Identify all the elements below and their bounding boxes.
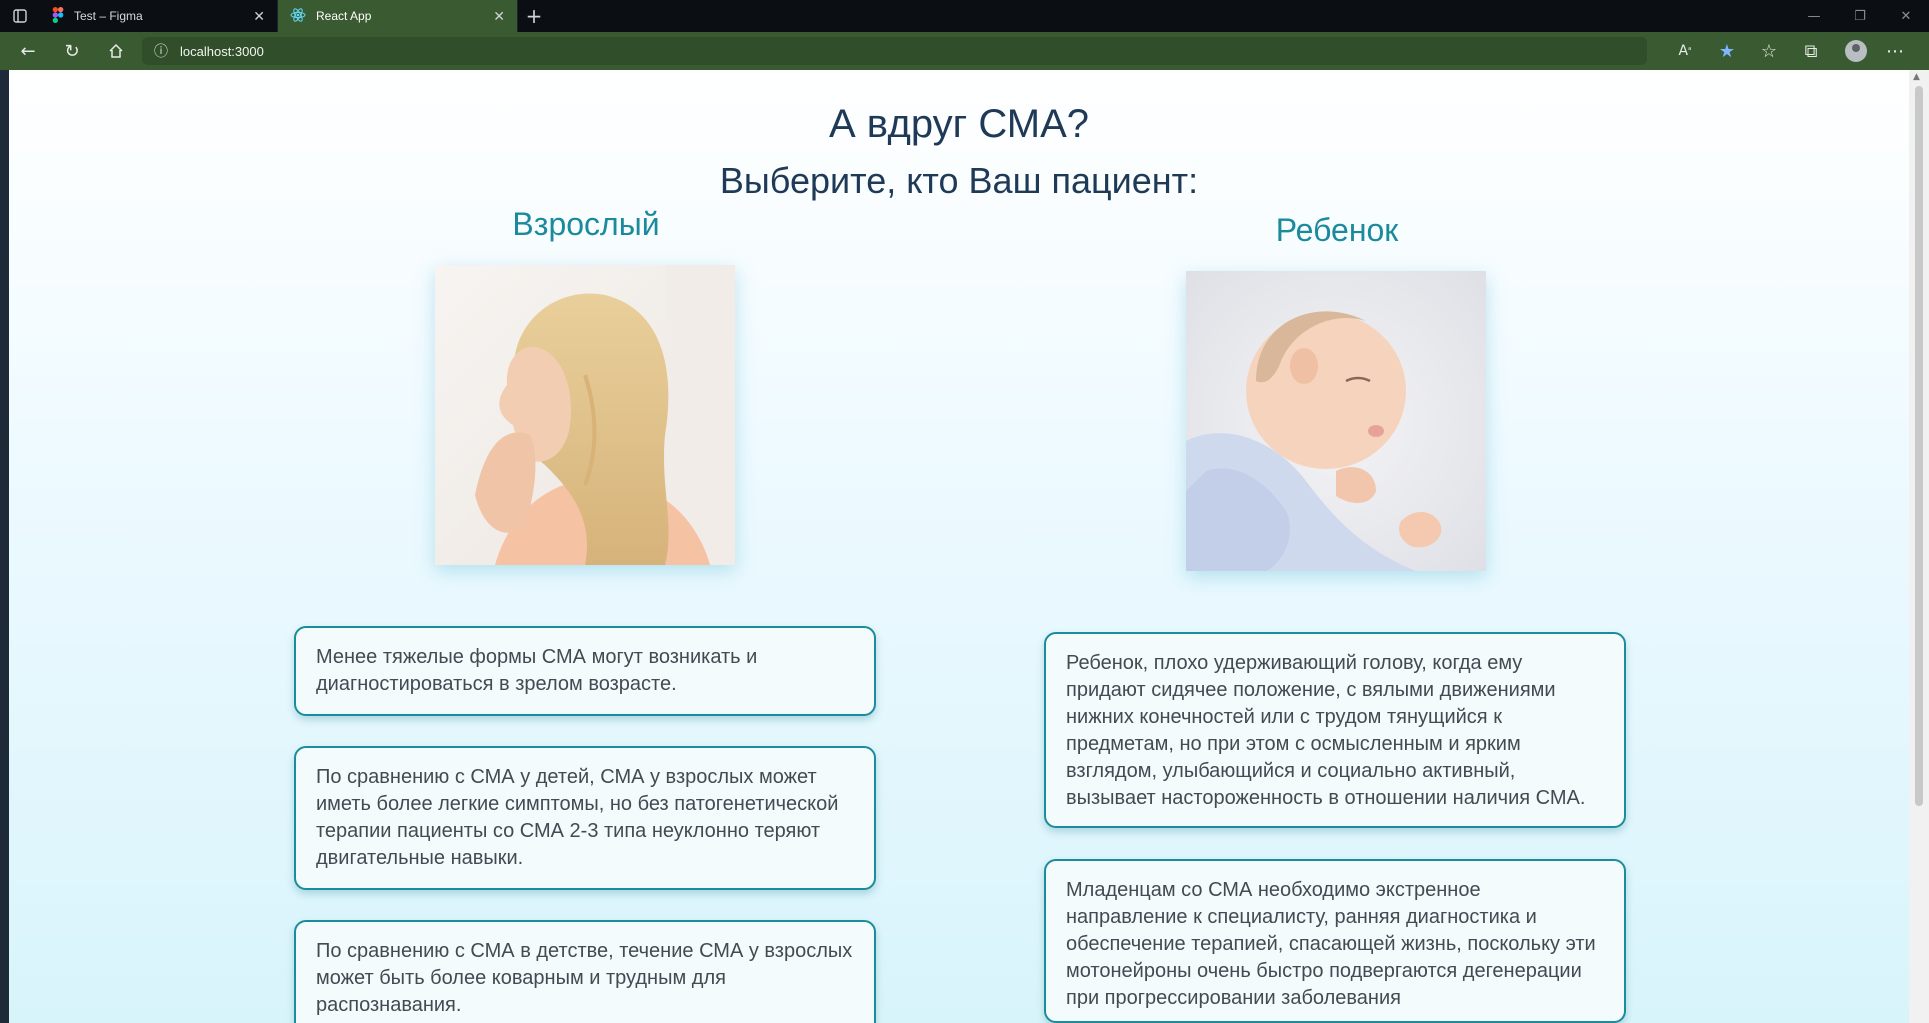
tab-bar: Test – Figma ✕ React App ✕ + — ❐ ✕ [0, 0, 1929, 32]
scroll-thumb[interactable] [1915, 86, 1923, 806]
page-subtitle: Выберите, кто Ваш пациент: [719, 160, 1199, 201]
favorite-star-icon[interactable]: ★ [1709, 36, 1745, 66]
adult-card-2: По сравнению с СМА у детей, СМА у взросл… [294, 746, 876, 890]
child-photo[interactable] [1186, 271, 1486, 571]
more-icon[interactable]: ⋯ [1877, 36, 1913, 66]
scroll-up-icon[interactable]: ▲ [1913, 72, 1920, 82]
minimize-icon[interactable]: — [1791, 0, 1837, 32]
new-tab-button[interactable]: + [518, 0, 550, 32]
child-card-2: Младенцам со СМА необходимо экстренное н… [1044, 859, 1626, 1023]
figma-icon [52, 6, 64, 26]
favorites-icon[interactable]: ☆ [1751, 36, 1787, 66]
restore-icon[interactable]: ❐ [1837, 0, 1883, 32]
home-icon[interactable] [98, 36, 134, 66]
child-card-1: Ребенок, плохо удерживающий голову, когд… [1044, 632, 1626, 828]
page-title: А вдруг СМА? [828, 102, 1090, 146]
address-bar[interactable]: ⓘ localhost:3000 [142, 37, 1647, 65]
adult-card-1: Менее тяжелые формы СМА могут возникать … [294, 626, 876, 716]
tab-react-app[interactable]: React App ✕ [278, 0, 518, 32]
profile-avatar[interactable] [1845, 40, 1867, 62]
adult-title[interactable]: Взрослый [436, 206, 736, 243]
read-aloud-icon[interactable]: Aᵃ [1667, 36, 1703, 66]
browser-toolbar: ← ↻ ⓘ localhost:3000 Aᵃ ★ ☆ ⧉ ⋯ [0, 32, 1929, 70]
tab-title: Test – Figma [74, 9, 143, 23]
react-icon [290, 7, 306, 26]
tab-figma[interactable]: Test – Figma ✕ [40, 0, 278, 32]
left-edge-strip [0, 70, 9, 1023]
refresh-icon[interactable]: ↻ [54, 36, 90, 66]
close-icon[interactable]: ✕ [253, 8, 265, 25]
info-icon[interactable]: ⓘ [154, 41, 168, 61]
adult-photo[interactable] [435, 265, 735, 565]
page-scrollbar[interactable]: ▲ [1909, 70, 1929, 1023]
collections-icon[interactable]: ⧉ [1793, 36, 1829, 66]
close-icon[interactable]: ✕ [493, 8, 505, 25]
back-icon[interactable]: ← [10, 36, 46, 66]
close-window-icon[interactable]: ✕ [1883, 0, 1929, 32]
child-title[interactable]: Ребенок [1187, 212, 1487, 249]
url-text: localhost:3000 [180, 43, 264, 59]
page-content: А вдруг СМА? Выберите, кто Ваш пациент: … [9, 70, 1909, 1023]
workspaces-icon[interactable] [0, 0, 40, 32]
window-controls: — ❐ ✕ [1791, 0, 1929, 32]
adult-card-3: По сравнению с СМА в детстве, течение СМ… [294, 920, 876, 1023]
tab-title: React App [316, 9, 372, 23]
